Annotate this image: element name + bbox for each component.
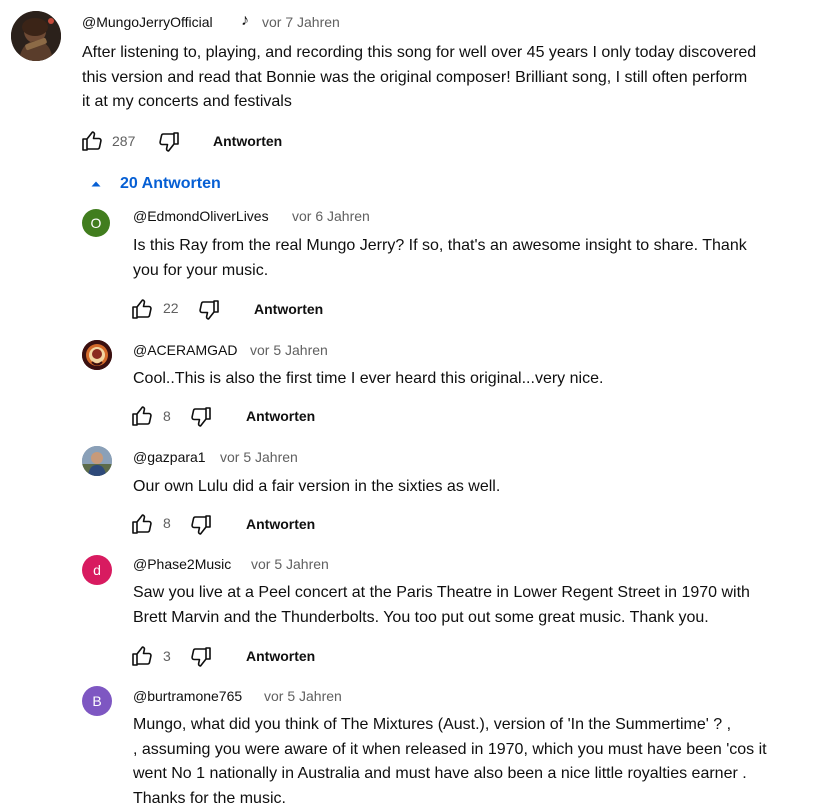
replies-count-label: 20 Antworten bbox=[120, 175, 221, 192]
avatar[interactable] bbox=[82, 446, 112, 476]
reply-button[interactable]: Antworten bbox=[254, 301, 323, 317]
caret-up-icon bbox=[91, 181, 101, 187]
reply-timestamp[interactable]: vor 6 Jahren bbox=[292, 208, 370, 224]
reply-author-handle[interactable]: @burtramone765 bbox=[133, 688, 242, 704]
comment-text: After listening to, playing, and recordi… bbox=[82, 44, 757, 110]
like-button[interactable] bbox=[130, 644, 154, 668]
thumbs-down-icon bbox=[159, 132, 179, 152]
comment-timestamp[interactable]: vor 7 Jahren bbox=[262, 14, 340, 30]
reply-comment: O @EdmondOliverLives vor 6 Jahren Is thi… bbox=[0, 200, 823, 330]
avatar[interactable] bbox=[11, 11, 61, 61]
reply-text: Our own Lulu did a fair version in the s… bbox=[133, 478, 501, 495]
dislike-button[interactable] bbox=[157, 130, 181, 154]
comment-author-handle[interactable]: @MungoJerryOfficial bbox=[82, 14, 213, 30]
thumbs-up-icon bbox=[132, 406, 152, 426]
thumbs-down-icon bbox=[191, 515, 211, 535]
dislike-button[interactable] bbox=[189, 405, 213, 429]
reply-comment: @gazpara1 vor 5 Jahren Our own Lulu did … bbox=[0, 441, 823, 541]
avatar[interactable]: B bbox=[82, 686, 112, 716]
like-count: 287 bbox=[112, 133, 136, 149]
like-count: 22 bbox=[163, 300, 179, 316]
avatar-letter: O bbox=[90, 215, 102, 231]
reply-timestamp[interactable]: vor 5 Jahren bbox=[264, 688, 342, 704]
like-count: 8 bbox=[163, 515, 171, 531]
reply-timestamp[interactable]: vor 5 Jahren bbox=[220, 449, 298, 465]
reply-button[interactable]: Antworten bbox=[213, 133, 282, 149]
reply-author-handle[interactable]: @ACERAMGAD bbox=[133, 342, 237, 358]
reply-comment: @ACERAMGAD vor 5 Jahren Cool..This is al… bbox=[0, 334, 823, 434]
thumbs-down-icon bbox=[191, 647, 211, 667]
like-button[interactable] bbox=[130, 404, 154, 428]
thumbs-up-icon bbox=[132, 514, 152, 534]
dislike-button[interactable] bbox=[189, 513, 213, 537]
reply-timestamp[interactable]: vor 5 Jahren bbox=[250, 342, 328, 358]
reply-text: Mungo, what did you think of The Mixture… bbox=[133, 716, 767, 807]
avatar-letter: B bbox=[92, 693, 102, 709]
reply-button[interactable]: Antworten bbox=[246, 516, 315, 532]
thumbs-up-icon bbox=[132, 299, 152, 319]
reply-author-handle[interactable]: @EdmondOliverLives bbox=[133, 208, 269, 224]
reply-comment: B @burtramone765 vor 5 Jahren Mungo, wha… bbox=[0, 680, 823, 811]
like-button[interactable] bbox=[80, 129, 104, 153]
thumbs-down-icon bbox=[199, 300, 219, 320]
avatar-image bbox=[82, 340, 112, 370]
avatar-letter: d bbox=[93, 562, 101, 578]
reply-button[interactable]: Antworten bbox=[246, 648, 315, 664]
like-button[interactable] bbox=[130, 512, 154, 536]
dislike-button[interactable] bbox=[197, 298, 221, 322]
reply-comment: d @Phase2Music vor 5 Jahren Saw you live… bbox=[0, 548, 823, 678]
like-count: 3 bbox=[163, 648, 171, 664]
top-comment: @MungoJerryOfficial ♪ vor 7 Jahren After… bbox=[0, 0, 823, 160]
avatar-photo bbox=[82, 446, 112, 476]
music-note-icon: ♪ bbox=[241, 12, 249, 29]
like-count: 8 bbox=[163, 408, 171, 424]
reply-author-handle[interactable]: @Phase2Music bbox=[133, 556, 231, 572]
reply-text: Is this Ray from the real Mungo Jerry? I… bbox=[133, 237, 747, 279]
avatar[interactable]: d bbox=[82, 555, 112, 585]
avatar-photo bbox=[11, 11, 61, 61]
reply-timestamp[interactable]: vor 5 Jahren bbox=[251, 556, 329, 572]
reply-author-handle[interactable]: @gazpara1 bbox=[133, 449, 206, 465]
replies-toggle[interactable]: 20 Antworten bbox=[84, 172, 221, 196]
avatar[interactable]: O bbox=[82, 209, 110, 237]
avatar[interactable] bbox=[82, 340, 112, 370]
thumbs-down-icon bbox=[191, 407, 211, 427]
dislike-button[interactable] bbox=[189, 645, 213, 669]
reply-text: Cool..This is also the first time I ever… bbox=[133, 370, 604, 387]
like-button[interactable] bbox=[130, 297, 154, 321]
thumbs-up-icon bbox=[82, 131, 102, 151]
reply-button[interactable]: Antworten bbox=[246, 408, 315, 424]
reply-text: Saw you live at a Peel concert at the Pa… bbox=[133, 584, 750, 626]
thumbs-up-icon bbox=[132, 646, 152, 666]
